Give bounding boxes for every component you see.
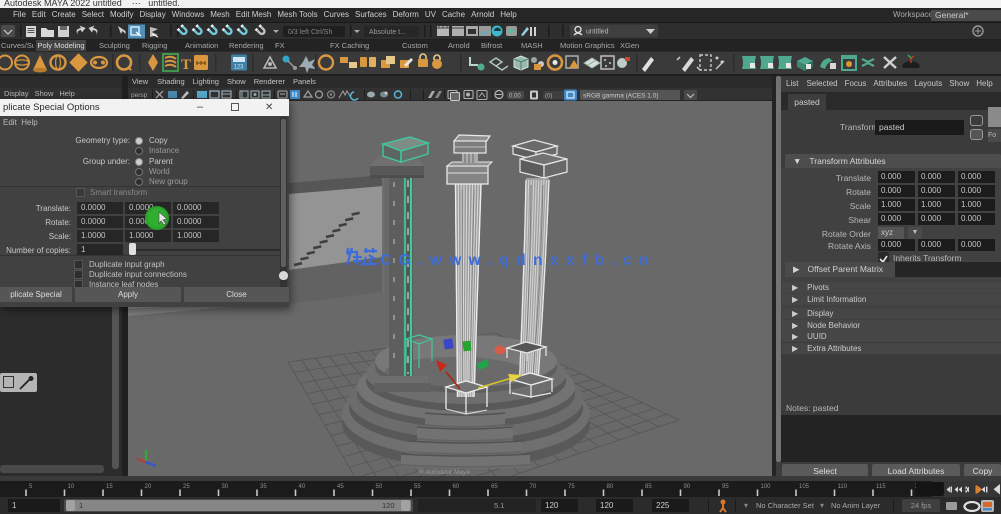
svg-text:25: 25 [183, 484, 190, 490]
svg-text:20: 20 [145, 484, 152, 490]
svg-text:50: 50 [376, 484, 383, 490]
svg-text:Absolute t...: Absolute t... [369, 29, 406, 36]
svg-text:75: 75 [568, 484, 575, 490]
svg-text:90: 90 [684, 484, 691, 490]
svg-text:80: 80 [607, 484, 614, 490]
svg-text:persp: persp [131, 92, 148, 99]
svg-text:100: 100 [761, 484, 772, 490]
svg-text:15: 15 [106, 484, 113, 490]
svg-text:35: 35 [260, 484, 267, 490]
svg-text:0.00: 0.00 [509, 94, 521, 100]
svg-text:T: T [181, 57, 191, 73]
svg-text:0/3 left Ctrl/Sh: 0/3 left Ctrl/Sh [288, 29, 332, 36]
svg-text:CG.www.qdnxxfb.cn: CG.www.qdnxxfb.cn [380, 252, 656, 269]
svg-text:55: 55 [414, 484, 421, 490]
svg-text:60: 60 [453, 484, 460, 490]
svg-text:123: 123 [234, 65, 245, 71]
svg-text:untitled: untitled [586, 29, 609, 36]
svg-text:115: 115 [876, 484, 886, 490]
svg-text:105: 105 [799, 484, 810, 490]
svg-text:45: 45 [337, 484, 344, 490]
svg-text:(0): (0) [545, 94, 552, 100]
svg-text:110: 110 [838, 484, 848, 490]
svg-text:Ⓜ Autodesk Maya: Ⓜ Autodesk Maya [417, 468, 470, 476]
svg-text:95: 95 [722, 484, 729, 490]
svg-text:10: 10 [68, 484, 75, 490]
svg-text:40: 40 [299, 484, 306, 490]
svg-text:sRGB gamma (ACES 1.0): sRGB gamma (ACES 1.0) [583, 93, 659, 100]
svg-text:70: 70 [530, 484, 537, 490]
svg-text:85: 85 [645, 484, 652, 490]
svg-text:30: 30 [222, 484, 229, 490]
svg-text:65: 65 [491, 484, 498, 490]
